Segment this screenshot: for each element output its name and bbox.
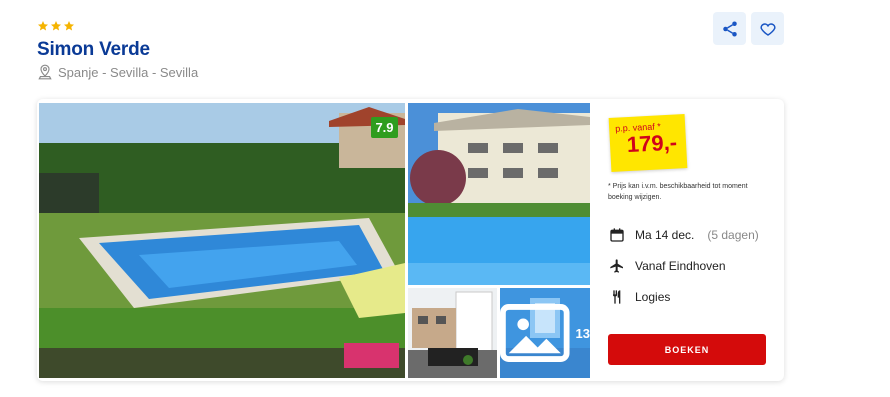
pool-photo: [39, 103, 405, 378]
price-tag: p.p. vanaf * 179,-: [608, 114, 688, 172]
photo-count: 13: [575, 325, 590, 341]
departure-row: Vanaf Eindhoven: [609, 258, 726, 274]
hotel-card: 7.9 13 p.p. vanaf * 179,- * Prijs kan i.…: [37, 99, 784, 381]
trip-date-row: Ma 14 dec. (5 dagen): [609, 227, 759, 243]
trip-date: Ma 14 dec.: [635, 228, 695, 242]
airplane-icon: [610, 259, 623, 273]
price-disclaimer: * Prijs kan i.v.m. beschikbaarheid tot m…: [608, 183, 748, 201]
calendar-icon: [610, 228, 624, 242]
star-icon: [51, 21, 61, 31]
location-text: Spanje - Sevilla - Sevilla: [58, 64, 199, 80]
main-photo[interactable]: 7.9: [39, 103, 405, 378]
photo-count-overlay[interactable]: 13: [500, 288, 590, 378]
star-icon: [38, 21, 48, 31]
star-rating: [37, 20, 75, 32]
trip-duration: (5 dagen): [707, 228, 759, 242]
rating-badge: 7.9: [371, 117, 398, 138]
board-text: Logies: [635, 290, 671, 304]
price-value: 179,-: [626, 129, 678, 158]
hotel-location: Spanje - Sevilla - Sevilla: [38, 64, 198, 80]
star-icon: [64, 21, 74, 31]
hotel-name[interactable]: Simon Verde: [37, 39, 150, 61]
map-pin-icon: [38, 64, 52, 80]
share-icon: [722, 21, 737, 36]
heart-icon: [759, 22, 776, 36]
board-row: Logies: [609, 289, 670, 305]
building-photo: [408, 103, 590, 285]
more-photos-tile[interactable]: 13: [500, 288, 590, 378]
favorite-button[interactable]: [751, 12, 784, 45]
book-button[interactable]: BOEKEN: [608, 334, 766, 365]
cutlery-icon: [613, 290, 621, 304]
hotel-building-photo[interactable]: [408, 103, 590, 285]
entrance-image: [408, 288, 497, 378]
departure-text: Vanaf Eindhoven: [635, 259, 726, 273]
share-button[interactable]: [713, 12, 746, 45]
entrance-photo[interactable]: [408, 288, 497, 378]
image-icon: [500, 304, 570, 362]
